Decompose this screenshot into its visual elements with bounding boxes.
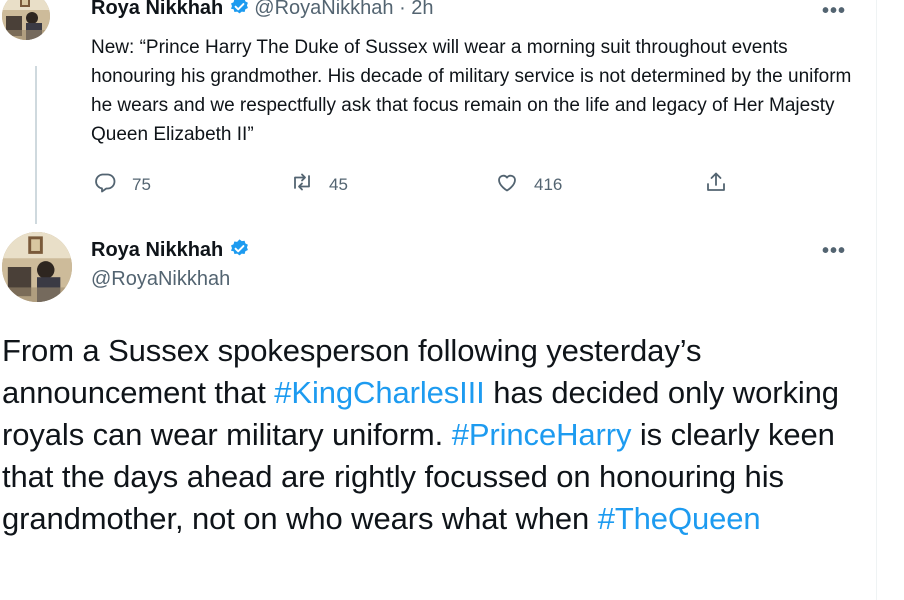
like-button[interactable]: 416 — [494, 170, 562, 199]
reply-count: 75 — [132, 174, 151, 194]
tweet-header: Roya Nikkhah — [91, 238, 254, 264]
thread-line — [35, 66, 37, 224]
tweet-text: From a Sussex spokesperson following yes… — [2, 330, 872, 540]
hashtag-link[interactable]: #TheQueen — [598, 501, 761, 536]
tweet-text: New: “Prince Harry The Duke of Sussex wi… — [91, 37, 852, 145]
avatar[interactable] — [2, 232, 72, 302]
hashtag-link[interactable]: #PrinceHarry — [452, 417, 632, 452]
verified-badge-icon — [229, 238, 250, 264]
verified-badge-icon — [229, 0, 250, 22]
retweet-button[interactable]: 45 — [289, 170, 348, 199]
hashtag-link[interactable]: #KingCharlesIII — [274, 375, 485, 410]
more-icon[interactable]: ••• — [822, 0, 846, 23]
display-name[interactable]: Roya Nikkhah — [91, 239, 223, 261]
share-icon — [703, 170, 729, 199]
avatar[interactable] — [2, 0, 50, 40]
retweet-count: 45 — [329, 174, 348, 194]
reply-button[interactable]: 75 — [92, 170, 151, 199]
share-button[interactable] — [703, 170, 743, 199]
more-icon[interactable]: ••• — [822, 240, 846, 263]
display-name[interactable]: Roya Nikkhah — [91, 0, 223, 19]
reply-icon — [92, 170, 118, 199]
retweet-icon — [289, 170, 315, 199]
column-border — [876, 0, 877, 600]
like-count: 416 — [534, 174, 563, 194]
tweet-header: Roya Nikkhah @RoyaNikkhah · 2h — [91, 0, 434, 22]
handle[interactable]: @RoyaNikkhah — [91, 268, 230, 291]
like-icon — [494, 170, 520, 199]
handle-time[interactable]: @RoyaNikkhah · 2h — [254, 0, 433, 19]
